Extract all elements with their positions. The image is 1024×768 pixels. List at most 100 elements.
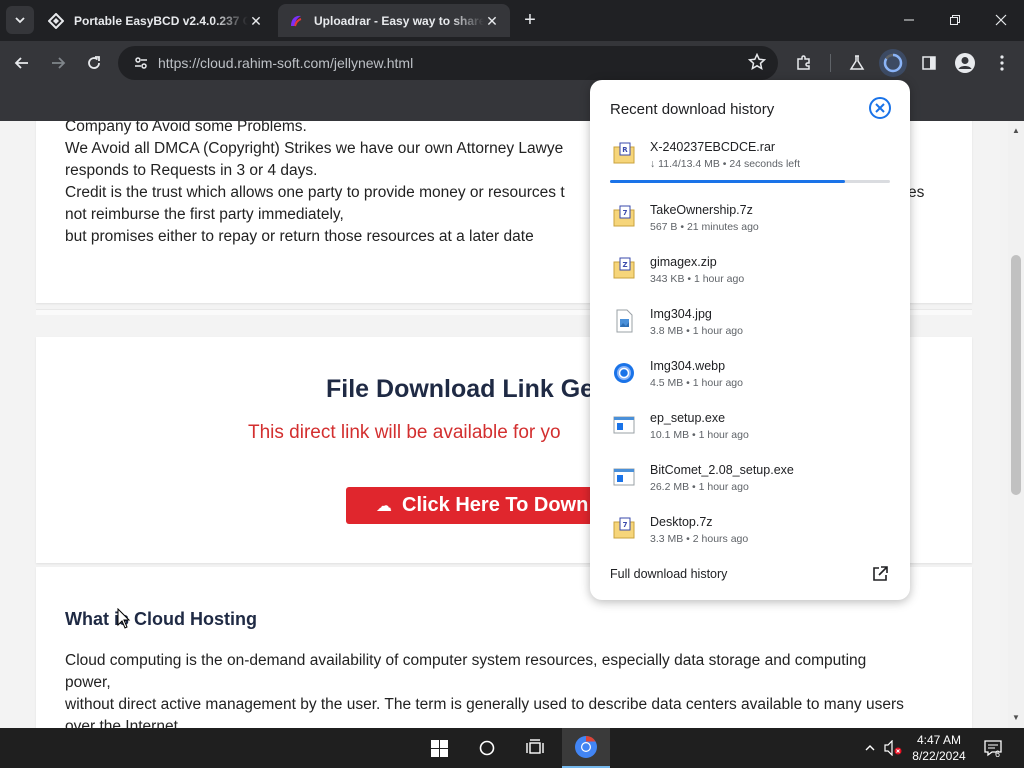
- address-bar[interactable]: https://cloud.rahim-soft.com/jellynew.ht…: [118, 46, 778, 80]
- file-name: Img304.webp: [650, 359, 726, 373]
- chrome-file-icon: [614, 363, 634, 383]
- flask-icon: [849, 55, 865, 70]
- section-line: power,: [65, 674, 111, 691]
- download-item[interactable]: 7 TakeOwnership.7z 567 B • 21 minutes ag…: [590, 201, 910, 251]
- task-view-button[interactable]: [520, 728, 550, 768]
- bookmark-star-icon[interactable]: [747, 52, 767, 76]
- minimize-icon: [904, 19, 914, 21]
- 7z-file-icon: 7: [613, 517, 635, 539]
- section-line: over the Internet: [65, 718, 178, 728]
- file-meta: 567 B • 21 minutes ago: [650, 221, 759, 233]
- file-meta: 343 KB • 1 hour ago: [650, 273, 745, 285]
- labs-button[interactable]: [843, 49, 871, 77]
- forward-button[interactable]: [44, 49, 72, 77]
- cloud-download-icon: ☁: [376, 497, 392, 515]
- notification-count-badge: 6: [995, 749, 1001, 759]
- page-scrollbar[interactable]: ▲ ▼: [1008, 121, 1024, 728]
- scrollbar-thumb[interactable]: [1011, 255, 1021, 495]
- file-meta: ↓ 11.4/13.4 MB • 24 seconds left: [650, 158, 800, 170]
- close-tab-icon[interactable]: ✕: [484, 13, 500, 29]
- download-item[interactable]: Img304.webp 4.5 MB • 1 hour ago: [590, 357, 910, 407]
- download-item[interactable]: 7 Desktop.7z 3.3 MB • 2 hours ago: [590, 513, 910, 563]
- clock-date: 8/22/2024: [912, 749, 966, 763]
- task-view-icon: [526, 739, 544, 754]
- puzzle-icon: [797, 55, 810, 70]
- mouse-pointer-icon: [117, 608, 131, 629]
- close-icon: [995, 14, 1007, 26]
- svg-text:7: 7: [623, 521, 628, 529]
- file-meta: 4.5 MB • 1 hour ago: [650, 377, 743, 389]
- minimize-button[interactable]: [886, 0, 932, 40]
- section-heading: What is Cloud Hosting: [65, 609, 257, 629]
- info-line-fragment: es: [908, 184, 925, 201]
- info-line: Company to Avoid some Problems.: [65, 121, 307, 135]
- chrome-icon: [575, 736, 597, 758]
- zip-file-icon: Z: [613, 257, 635, 279]
- svg-text:R: R: [622, 146, 628, 154]
- tab-title: Portable EasyBCD v2.4.0.237 C: [74, 13, 248, 28]
- profile-button[interactable]: [951, 49, 979, 77]
- image-file-icon: [616, 309, 633, 333]
- full-download-history-link[interactable]: Full download history: [610, 567, 727, 581]
- side-panel-button[interactable]: [915, 49, 943, 77]
- search-button[interactable]: [472, 728, 502, 768]
- download-button-label: Click Here To Down: [402, 494, 589, 516]
- clock-time: 4:47 AM: [916, 733, 962, 747]
- taskbar-chrome-button[interactable]: [562, 728, 610, 768]
- start-button[interactable]: [424, 728, 454, 768]
- info-line: not reimburse the first party immediatel…: [65, 206, 344, 223]
- section-line: Cloud computing is the on-demand availab…: [65, 652, 867, 669]
- volume-button[interactable]: [882, 728, 904, 768]
- restore-button[interactable]: [932, 0, 978, 40]
- open-external-icon[interactable]: [871, 565, 889, 583]
- windows-logo-icon: [430, 739, 448, 757]
- back-button[interactable]: [8, 49, 36, 77]
- 7z-file-icon: 7: [613, 205, 635, 227]
- title-bar: Portable EasyBCD v2.4.0.237 C ✕ Uploadra…: [0, 0, 1024, 41]
- chevron-down-icon: [15, 17, 25, 24]
- download-history-bubble: Recent download history R X-240237EBCDCE…: [590, 80, 910, 600]
- section-line: without direct active management by the …: [65, 696, 904, 713]
- download-progress-bar: [610, 180, 890, 183]
- tab-uploadrar[interactable]: Uploadrar - Easy way to share ✕: [278, 4, 510, 37]
- download-item[interactable]: BitComet_2.08_setup.exe 26.2 MB • 1 hour…: [590, 461, 910, 511]
- file-name: BitComet_2.08_setup.exe: [650, 463, 794, 477]
- close-window-button[interactable]: [978, 0, 1024, 40]
- file-name: X-240237EBCDCE.rar: [650, 140, 776, 154]
- reload-button[interactable]: [80, 49, 108, 77]
- close-circle-icon[interactable]: [868, 96, 892, 120]
- tab-search-button[interactable]: [6, 6, 34, 34]
- arrow-left-icon: [14, 57, 28, 69]
- windows-taskbar: 4:47 AM 8/22/2024 6: [0, 728, 1024, 768]
- info-line: but promises either to repay or return t…: [65, 228, 534, 245]
- reload-icon: [88, 56, 100, 69]
- menu-button[interactable]: [988, 49, 1016, 77]
- toolbar-divider: [830, 54, 831, 72]
- scroll-up-arrow-icon[interactable]: ▲: [1008, 123, 1024, 139]
- downloads-button[interactable]: [879, 49, 907, 77]
- new-tab-button[interactable]: +: [518, 8, 542, 32]
- close-tab-icon[interactable]: ✕: [248, 13, 264, 29]
- site-info-icon[interactable]: [126, 55, 156, 71]
- kebab-menu-icon: [1000, 55, 1004, 71]
- show-hidden-icons-button[interactable]: [860, 728, 880, 768]
- speaker-muted-icon: [884, 740, 902, 756]
- tab-easybcd[interactable]: Portable EasyBCD v2.4.0.237 C ✕: [38, 4, 274, 37]
- download-link-subtitle: This direct link will be available for y…: [248, 422, 561, 443]
- download-item[interactable]: Z gimagex.zip 343 KB • 1 hour ago: [590, 253, 910, 303]
- browser-toolbar: https://cloud.rahim-soft.com/jellynew.ht…: [0, 41, 1024, 85]
- url-text: https://cloud.rahim-soft.com/jellynew.ht…: [158, 55, 414, 71]
- taskbar-clock[interactable]: 4:47 AM 8/22/2024: [902, 732, 976, 764]
- file-name: Desktop.7z: [650, 515, 713, 529]
- side-panel-icon: [922, 56, 936, 70]
- download-item[interactable]: ep_setup.exe 10.1 MB • 1 hour ago: [590, 409, 910, 459]
- rar-file-icon: R: [613, 142, 635, 164]
- extensions-button[interactable]: [790, 49, 818, 77]
- info-line: Credit is the trust which allows one par…: [65, 184, 565, 201]
- info-line: We Avoid all DMCA (Copyright) Strikes we…: [65, 140, 564, 157]
- search-circle-icon: [479, 740, 495, 756]
- svg-text:Z: Z: [622, 261, 627, 269]
- scroll-down-arrow-icon[interactable]: ▼: [1008, 710, 1024, 726]
- download-item[interactable]: Img304.jpg 3.8 MB • 1 hour ago: [590, 305, 910, 355]
- action-center-button[interactable]: [980, 728, 1006, 768]
